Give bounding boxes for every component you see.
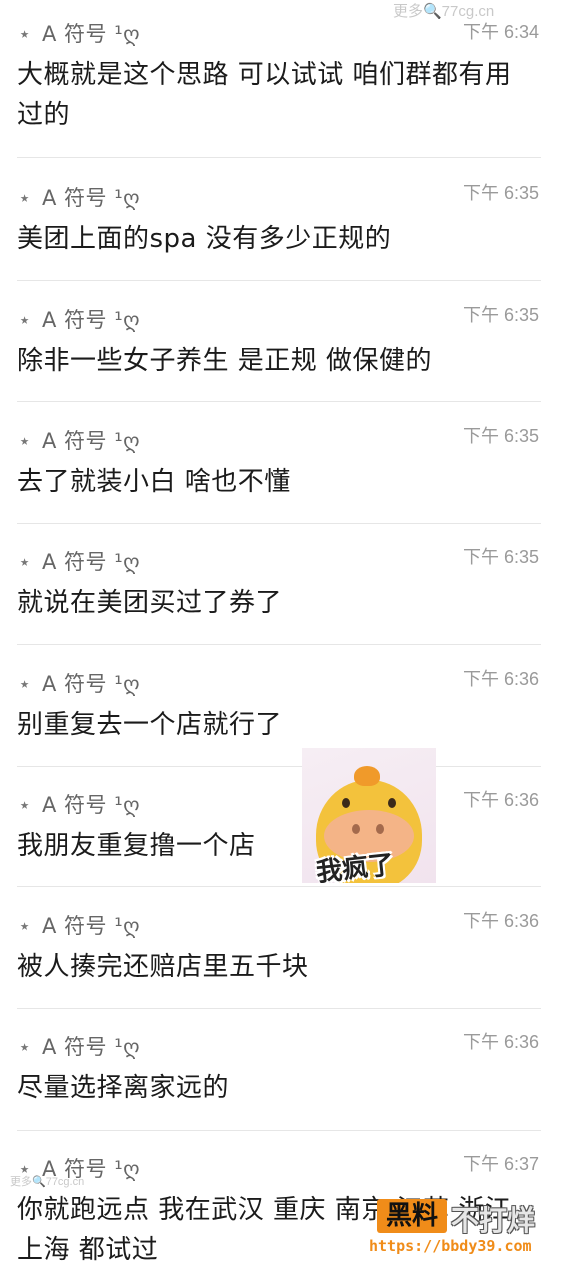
message-text: 大概就是这个思路 可以试试 咱们群都有用过的	[17, 60, 512, 130]
sender-line: ⋆ A 符号 ¹ღ	[18, 546, 140, 576]
star-icon: ⋆	[18, 308, 32, 332]
watermark-bottom-left: 更多🔍77cg.cn	[10, 1176, 85, 1188]
sender-line: ⋆ A 符号 ¹ღ	[18, 304, 140, 334]
divider	[17, 523, 541, 524]
message-item[interactable]: ⋆ A 符号 ¹ღ 下午 6:35 去了就装小白 啥也不懂	[0, 407, 569, 525]
message-text: 别重复去一个店就行了	[17, 710, 283, 740]
message-item[interactable]: ⋆ A 符号 ¹ღ 下午 6:35 美团上面的spa 没有多少正规的	[0, 164, 569, 282]
divider	[17, 157, 541, 158]
sticker-image[interactable]: 我疯了	[302, 748, 436, 883]
star-icon: ⋆	[18, 672, 32, 696]
sender-name: A 符号 ¹ღ	[42, 186, 141, 210]
message-text: 除非一些女子养生 是正规 做保健的	[17, 346, 433, 376]
message-time: 下午 6:36	[462, 1032, 539, 1052]
divider	[17, 644, 541, 645]
message-time: 下午 6:36	[462, 790, 539, 810]
star-icon: ⋆	[18, 429, 32, 453]
divider	[17, 1130, 541, 1131]
sticker-nostril	[376, 824, 384, 834]
divider	[17, 766, 541, 767]
sender-line: ⋆ A 符号 ¹ღ	[18, 789, 140, 819]
star-icon: ⋆	[18, 550, 32, 574]
sticker-eye	[342, 798, 350, 808]
star-icon: ⋆	[18, 186, 32, 210]
divider	[17, 401, 541, 402]
message-text: 尽量选择离家远的	[17, 1073, 230, 1103]
message-time: 下午 6:36	[462, 911, 539, 931]
sender-name: A 符号 ¹ღ	[42, 914, 141, 938]
message-text: 我朋友重复撸一个店	[17, 831, 256, 861]
sticker-nostril	[352, 824, 360, 834]
sender-line: ⋆ A 符号 ¹ღ	[18, 1031, 140, 1061]
message-item[interactable]: ⋆ A 符号 ¹ღ 下午 6:36 别重复去一个店就行了	[0, 650, 569, 768]
message-text: 美团上面的spa 没有多少正规的	[17, 224, 392, 254]
divider	[17, 280, 541, 281]
message-item[interactable]: ⋆ A 符号 ¹ღ 下午 6:35 就说在美团买过了券了	[0, 528, 569, 646]
star-icon: ⋆	[18, 22, 32, 46]
divider	[17, 1008, 541, 1009]
sender-name: A 符号 ¹ღ	[42, 550, 141, 574]
sender-name: A 符号 ¹ღ	[42, 793, 141, 817]
brand-watermark: 黑料 不打烊 https://bbdy39.com	[369, 1199, 557, 1261]
sender-line: ⋆ A 符号 ¹ღ	[18, 18, 140, 48]
sender-name: A 符号 ¹ღ	[42, 22, 141, 46]
message-time: 下午 6:35	[462, 305, 539, 325]
sender-name: A 符号 ¹ღ	[42, 672, 141, 696]
message-item[interactable]: ⋆ A 符号 ¹ღ 下午 6:36 被人揍完还赔店里五千块	[0, 892, 569, 1010]
sender-name: A 符号 ¹ღ	[42, 1035, 141, 1059]
message-time: 下午 6:35	[462, 426, 539, 446]
brand-badge: 黑料	[377, 1199, 447, 1233]
message-time: 下午 6:36	[462, 669, 539, 689]
sender-name: A 符号 ¹ღ	[42, 429, 141, 453]
sender-line: ⋆ A 符号 ¹ღ	[18, 425, 140, 455]
message-text: 被人揍完还赔店里五千块	[17, 952, 309, 982]
message-item[interactable]: ⋆ A 符号 ¹ღ 下午 6:36 我朋友重复撸一个店	[0, 771, 569, 889]
sender-line: ⋆ A 符号 ¹ღ	[18, 668, 140, 698]
star-icon: ⋆	[18, 914, 32, 938]
message-time: 下午 6:35	[462, 547, 539, 567]
brand-slogan: 不打烊	[451, 1204, 536, 1237]
message-item[interactable]: ⋆ A 符号 ¹ღ 下午 6:35 除非一些女子养生 是正规 做保健的	[0, 286, 569, 404]
brand-url: https://bbdy39.com	[369, 1237, 532, 1255]
star-icon: ⋆	[18, 1035, 32, 1059]
divider	[17, 886, 541, 887]
message-time: 下午 6:34	[462, 22, 539, 42]
sticker-caption: 我疯了	[314, 849, 396, 883]
message-time: 下午 6:35	[462, 183, 539, 203]
message-item[interactable]: ⋆ A 符号 ¹ღ 下午 6:36 尽量选择离家远的	[0, 1013, 569, 1131]
message-text: 去了就装小白 啥也不懂	[17, 467, 291, 497]
sticker-tuft	[354, 766, 380, 786]
sender-name: A 符号 ¹ღ	[42, 308, 141, 332]
message-time: 下午 6:37	[462, 1154, 539, 1174]
message-text: 就说在美团买过了券了	[17, 588, 283, 618]
sender-line: ⋆ A 符号 ¹ღ	[18, 182, 140, 212]
sticker-eye	[388, 798, 396, 808]
sender-line: ⋆ A 符号 ¹ღ	[18, 910, 140, 940]
star-icon: ⋆	[18, 793, 32, 817]
